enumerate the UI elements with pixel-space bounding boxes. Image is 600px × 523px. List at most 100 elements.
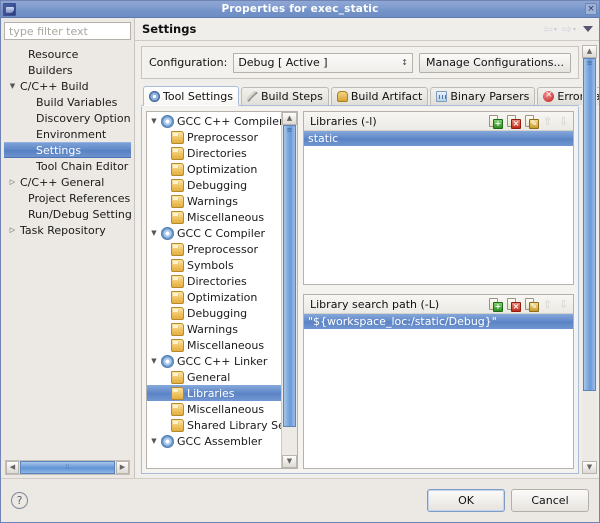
help-icon[interactable]: ? [11,492,28,509]
search-path-list[interactable]: "${workspace_loc:/static/Debug}" [304,314,573,468]
tool-tree-item-optimization[interactable]: Optimization [147,289,281,305]
tool-tree-item-gcc-c-linker[interactable]: ▼ GCC C++ Linker [147,353,281,369]
tool-tree-item-gcc-c-compiler[interactable]: ▼ GCC C Compiler [147,225,281,241]
tool-tree-item-miscellaneous[interactable]: Miscellaneous [147,337,281,353]
move-up-button[interactable]: ⇧ [542,298,553,311]
tool-tree-item-directories[interactable]: Directories [147,145,281,161]
forward-button[interactable]: ⇨ ▾ [562,23,576,35]
tool-tree-item-miscellaneous[interactable]: Miscellaneous [147,401,281,417]
tool-tree-item-label: Directories [187,274,247,288]
folder-icon [171,178,184,192]
ok-button[interactable]: OK [427,489,505,512]
del-badge-icon: × [511,301,521,312]
tab-binary-parsers[interactable]: Binary Parsers [430,87,536,105]
sidebar-item-tool-chain-editor[interactable]: Tool Chain Editor [4,158,131,174]
sidebar-item-project-references[interactable]: Project References [4,190,131,206]
tool-tree-item-label: GCC Assembler [177,434,263,448]
list-item[interactable]: static [304,131,573,146]
filter-input[interactable]: type filter text [4,22,131,40]
sidebar-item-environment[interactable]: Environment [4,126,131,142]
add-button[interactable]: + [488,114,503,129]
folder-icon [171,194,184,208]
chevron-down-icon[interactable]: ▼ [147,357,161,365]
sidebar-item-c-c-build[interactable]: ▼ C/C++ Build [4,78,131,94]
del-badge-icon: × [511,118,521,129]
delete-button[interactable]: × [506,114,521,129]
vscroll-track[interactable]: ≡ [282,125,297,455]
sidebar-item-run-debug-settings[interactable]: Run/Debug Settings [4,206,131,222]
move-down-button[interactable]: ⇩ [558,298,569,311]
close-icon[interactable]: × [585,3,597,15]
tool-tree-item-warnings[interactable]: Warnings [147,193,281,209]
chevron-right-icon[interactable]: ▷ [6,222,19,238]
tool-tree-item-label: Debugging [187,178,248,192]
tab-tool-settings[interactable]: Tool Settings [143,86,239,106]
tool-tree-item-symbols[interactable]: Symbols [147,257,281,273]
tool-settings-panel: ▼ GCC C++ Compiler Preprocessor Directories… [141,107,579,474]
page-vscrollbar[interactable]: ▲ ≡ ▼ [582,45,597,474]
tool-tree-vscrollbar[interactable]: ▲ ≡ ▼ [281,112,297,468]
tab-build-artifact[interactable]: Build Artifact [330,87,429,105]
manage-configurations-button[interactable]: Manage Configurations... [418,52,571,73]
tool-tree-item-debugging[interactable]: Debugging [147,305,281,321]
tool-tree-item-miscellaneous[interactable]: Miscellaneous [147,209,281,225]
sidebar-item-discovery-options[interactable]: Discovery Options [4,110,131,126]
folder-icon [171,162,184,176]
scroll-left-icon[interactable]: ◀ [6,461,19,474]
delete-button[interactable]: × [506,297,521,312]
chevron-down-icon[interactable]: ▼ [147,437,161,445]
edit-button[interactable]: ✎ [524,297,539,312]
compiler-icon [161,226,174,240]
tool-tree-item-optimization[interactable]: Optimization [147,161,281,177]
tool-tree-item-gcc-assembler[interactable]: ▼ GCC Assembler [147,433,281,449]
sidebar-item-label: Resource [28,47,79,61]
libraries-list[interactable]: static [304,131,573,284]
add-button[interactable]: + [488,297,503,312]
tool-tree-item-preprocessor[interactable]: Preprocessor [147,241,281,257]
hscroll-thumb[interactable]: ∶∶ [20,461,115,474]
page-vscroll-track[interactable]: ≡ [582,58,597,461]
option-lists: Libraries (-l) + × ✎ ⇧ ⇩ static Library sear… [303,111,574,469]
scroll-down-icon[interactable]: ▼ [282,455,297,468]
tool-tree-item-gcc-c-compiler[interactable]: ▼ GCC C++ Compiler [147,113,281,129]
tool-tree-item-preprocessor[interactable]: Preprocessor [147,129,281,145]
page-scroll-up-icon[interactable]: ▲ [582,45,597,58]
page-scroll-down-icon[interactable]: ▼ [582,461,597,474]
dialog-body: type filter text Resource Builders ▼ C/C++ … [1,18,599,478]
sidebar-item-builders[interactable]: Builders [4,62,131,78]
edit-badge-icon: ✎ [529,118,539,129]
tool-tree-item-warnings[interactable]: Warnings [147,321,281,337]
tool-tree-item-general[interactable]: General [147,369,281,385]
page-vscroll-thumb[interactable]: ≡ [583,58,596,391]
tool-tree-item-directories[interactable]: Directories [147,273,281,289]
folder-icon [171,322,184,336]
sidebar-item-resource[interactable]: Resource [4,46,131,62]
tool-tree-item-debugging[interactable]: Debugging [147,177,281,193]
back-button[interactable]: ⇦ ▾ [543,23,557,35]
edit-button[interactable]: ✎ [524,114,539,129]
tab-build-steps[interactable]: Build Steps [240,87,329,105]
chevron-down-icon[interactable]: ▼ [147,117,161,125]
sidebar-item-build-variables[interactable]: Build Variables [4,94,131,110]
tool-tree-item-label: Optimization [187,290,258,304]
title-bar: Properties for exec_static × [1,1,599,18]
move-down-button[interactable]: ⇩ [558,115,569,128]
vscroll-thumb[interactable]: ≡ [283,125,296,427]
scroll-right-icon[interactable]: ▶ [116,461,129,474]
sidebar-item-task-repository[interactable]: ▷ Task Repository [4,222,131,238]
chevron-down-icon[interactable]: ▼ [6,78,19,94]
back-caret-icon: ▾ [553,25,557,33]
tool-tree-item-libraries[interactable]: Libraries [147,385,281,401]
scroll-up-icon[interactable]: ▲ [282,112,297,125]
move-up-button[interactable]: ⇧ [542,115,553,128]
sidebar-item-c-c-general[interactable]: ▷ C/C++ General [4,174,131,190]
chevron-right-icon[interactable]: ▷ [6,174,19,190]
sidebar-hscrollbar[interactable]: ◀ ∶∶ ▶ [5,460,130,475]
configuration-combo[interactable]: Debug [ Active ] ↕ [233,52,413,73]
view-menu-icon[interactable] [583,26,593,32]
tool-tree-item-shared-library-settings[interactable]: Shared Library Settings [147,417,281,433]
cancel-button[interactable]: Cancel [511,489,589,512]
sidebar-item-settings[interactable]: Settings [4,142,131,158]
list-item[interactable]: "${workspace_loc:/static/Debug}" [304,314,573,329]
chevron-down-icon[interactable]: ▼ [147,229,161,237]
